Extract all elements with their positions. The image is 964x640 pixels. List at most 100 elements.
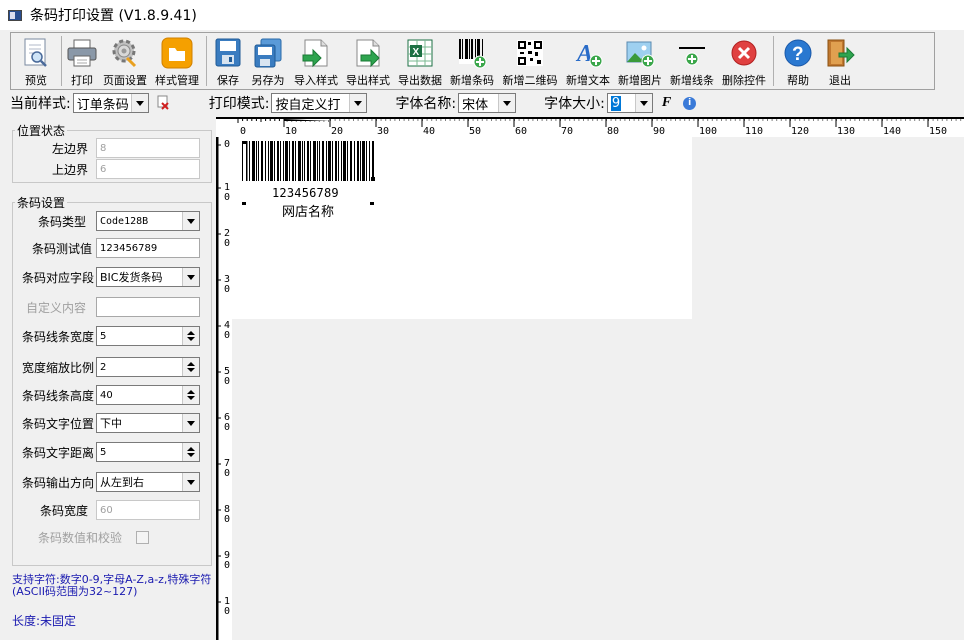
export-data-button[interactable]: X 导出数据 (395, 33, 445, 89)
ruler-label: 70 (561, 126, 574, 137)
ruler-label: 9 0 (224, 550, 231, 571)
checksum-checkbox[interactable] (136, 531, 149, 544)
left-margin-input[interactable]: 8 (96, 138, 200, 158)
barcode-width-row: 条码宽度 60 (10, 500, 200, 520)
ruler-label: 1 0 (224, 596, 231, 617)
add-image-button[interactable]: 新增图片 (615, 33, 665, 89)
vertical-ruler: 0 1 0 2 0 3 0 4 0 5 0 6 0 7 0 8 0 9 0 1 … (218, 137, 232, 640)
exit-button[interactable]: 退出 (820, 33, 860, 89)
exit-icon (824, 37, 856, 69)
delete-control-button[interactable]: 删除控件 (719, 33, 769, 89)
barcode-test-label: 条码测试值 (31, 241, 92, 256)
font-size-select[interactable]: 9 (606, 93, 653, 113)
save-button[interactable]: 保存 (211, 33, 245, 89)
current-style-label: 当前样式: (10, 96, 71, 112)
chevron-down-icon (349, 94, 367, 112)
text-position-value: 下中 (100, 417, 122, 430)
direction-select[interactable]: 从左到右 (96, 472, 200, 492)
add-line-label: 新增线条 (670, 74, 714, 87)
add-text-button[interactable]: A 新增文本 (563, 33, 613, 89)
font-size-label: 字体大小: (544, 96, 605, 112)
font-name-value: 宋体 (462, 97, 489, 113)
delete-style-icon[interactable] (155, 95, 171, 111)
left-panel: 位置状态 左边界 8 上边界 6 条码设置 条码类型 Code128B 条码测试… (10, 117, 214, 640)
text-distance-row: 条码文字距离 5 (10, 442, 200, 462)
spinner-arrows-icon[interactable] (182, 327, 199, 345)
print-button[interactable]: 打印 (66, 33, 98, 89)
spinner-arrows-icon[interactable] (182, 386, 199, 404)
line-width-spinner[interactable]: 5 (96, 326, 200, 346)
info-icon[interactable]: i (683, 96, 697, 110)
separator (773, 36, 774, 86)
help-label: 帮助 (787, 74, 809, 87)
ruler-label: 110 (745, 126, 764, 137)
ruler-label: 30 (377, 126, 390, 137)
page-setup-button[interactable]: 页面设置 (100, 33, 150, 89)
line-width-row: 条码线条宽度 5 (10, 326, 200, 346)
export-style-button[interactable]: 导出样式 (343, 33, 393, 89)
custom-content-label: 自定义内容 (25, 300, 86, 315)
barcode-field-select[interactable]: BIC发货条码 (96, 267, 200, 287)
barcode-type-row: 条码类型 Code128B (10, 211, 200, 231)
window-title: 条码打印设置 (V1.8.9.41) (30, 8, 197, 24)
save-as-button[interactable]: 另存为 (247, 33, 289, 89)
line-height-spinner[interactable]: 40 (96, 385, 200, 405)
top-margin-row: 上边界 6 (10, 159, 200, 179)
qrcode-icon (514, 37, 546, 69)
line-width-label: 条码线条宽度 (21, 329, 94, 344)
width-scale-spinner[interactable]: 2 (96, 357, 200, 377)
text-distance-value: 5 (100, 446, 107, 458)
checksum-label: 条码数值和校验 (37, 531, 122, 545)
ruler-label: 50 (469, 126, 482, 137)
chevron-down-icon (130, 94, 148, 112)
printer-icon (66, 37, 98, 69)
add-qrcode-button[interactable]: 新增二维码 (499, 33, 561, 89)
barcode-icon (456, 37, 488, 69)
add-text-label: 新增文本 (566, 74, 610, 87)
import-style-button[interactable]: 导入样式 (291, 33, 341, 89)
style-manage-button[interactable]: 样式管理 (152, 33, 202, 89)
label-paper[interactable]: 123456789 网店名称 (232, 137, 692, 319)
text-icon: A (572, 37, 604, 69)
custom-content-input[interactable] (96, 297, 200, 317)
line-width-value: 5 (100, 330, 107, 342)
width-scale-label: 宽度缩放比例 (21, 360, 94, 375)
barcode-width-input[interactable]: 60 (96, 500, 200, 520)
print-mode-select[interactable]: 按自定义打 (271, 93, 368, 113)
ruler-label: 60 (515, 126, 528, 137)
current-style-value: 订单条码 (76, 97, 129, 113)
text-distance-spinner[interactable]: 5 (96, 442, 200, 462)
app-icon (8, 9, 22, 21)
print-mode-label: 打印模式: (208, 96, 270, 112)
import-style-label: 导入样式 (294, 74, 338, 87)
barcode-type-select[interactable]: Code128B (96, 211, 200, 231)
spinner-arrows-icon[interactable] (182, 358, 199, 376)
barcode-test-input[interactable]: 123456789 (96, 238, 200, 258)
shop-name-text[interactable]: 网店名称 (282, 201, 334, 220)
add-line-button[interactable]: 新增线条 (667, 33, 717, 89)
font-size-value: 9 (610, 95, 622, 111)
top-margin-input[interactable]: 6 (96, 159, 200, 179)
add-barcode-button[interactable]: 新增条码 (447, 33, 497, 89)
ruler-label: 20 (331, 126, 344, 137)
barcode-number-text[interactable]: 123456789 (272, 186, 339, 200)
ruler-label: 6 0 (224, 412, 231, 433)
spinner-arrows-icon[interactable] (182, 443, 199, 461)
line-height-row: 条码线条高度 40 (10, 385, 200, 405)
save-icon (212, 37, 244, 69)
delete-icon (728, 37, 760, 69)
current-style-select[interactable]: 订单条码 (72, 93, 149, 113)
bold-toggle[interactable]: F (662, 95, 671, 111)
checksum-row: 条码数值和校验 (10, 529, 149, 546)
help-button[interactable]: ? 帮助 (778, 33, 818, 89)
ruler-label: 100 (699, 126, 718, 137)
style-manage-label: 样式管理 (155, 74, 199, 87)
supported-chars-note: 支持字符:数字0-9,字母A-Z,a-z,特殊字符(ASCII码范围为32~12… (12, 573, 212, 598)
ruler-label: 150 (929, 126, 948, 137)
export-data-label: 导出数据 (398, 74, 442, 87)
text-position-select[interactable]: 下中 (96, 413, 200, 433)
ruler-label: 1 0 (224, 182, 231, 203)
font-name-select[interactable]: 宋体 (458, 93, 517, 113)
font-name-label: 字体名称: (395, 96, 457, 112)
preview-button[interactable]: 预览 (15, 33, 57, 89)
